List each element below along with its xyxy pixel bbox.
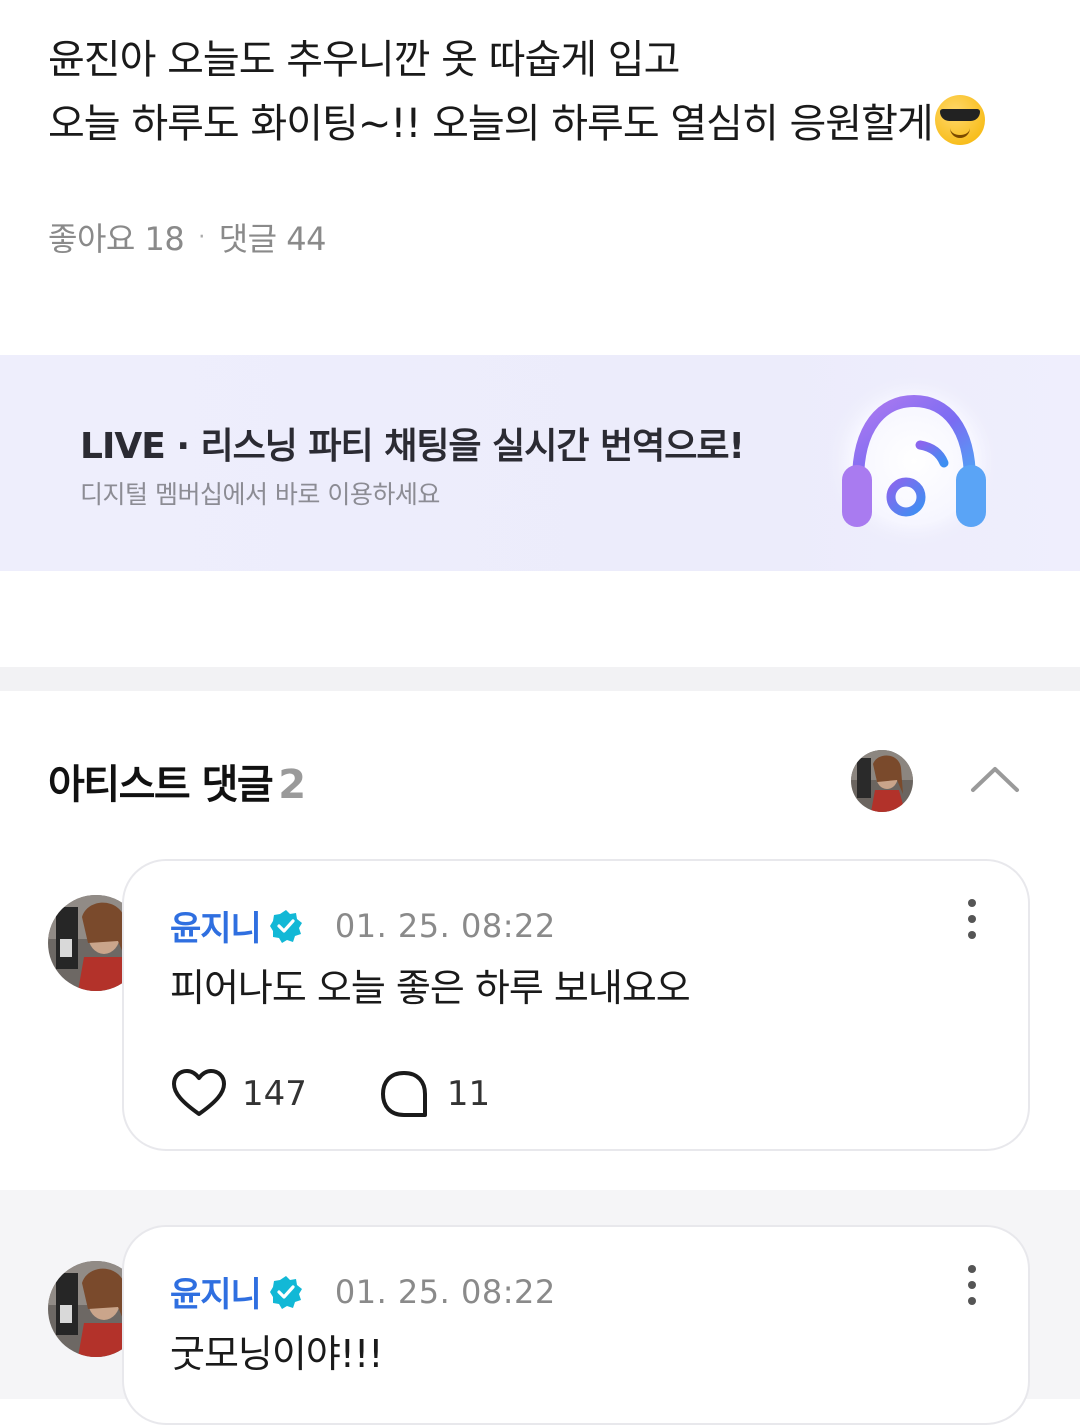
comment-text: 굿모닝이야!!!	[170, 1332, 384, 1376]
comment-author-name[interactable]: 윤지니	[170, 1267, 262, 1316]
more-options-icon[interactable]	[962, 1263, 982, 1307]
comment-author-name[interactable]: 윤지니	[170, 901, 262, 950]
like-count-value: 147	[242, 1074, 307, 1114]
banner-subtitle: 디지털 멤버십에서 바로 이용하세요	[80, 480, 440, 509]
comment-actions: 147 11	[170, 1065, 490, 1123]
speech-bubble-icon	[380, 1071, 427, 1117]
artist-comments-title: 아티스트 댓글 2	[48, 752, 306, 810]
comment-count[interactable]: 댓글 44	[219, 214, 327, 260]
comment-header: 윤지니 01. 25. 08:22	[170, 901, 556, 950]
headphones-music-icon	[824, 371, 1004, 551]
section-divider	[0, 667, 1080, 691]
post-text-line-2: 오늘 하루도 화이팅~!! 오늘의 하루도 열심히 응원할게	[48, 92, 1048, 156]
comment-card: 윤지니 01. 25. 08:22 피어나도 오늘 좋은 하루 보내요오 147…	[122, 859, 1030, 1151]
meta-separator: ·	[198, 224, 205, 250]
verified-badge-icon	[269, 909, 302, 943]
promo-banner[interactable]: LIVE · 리스닝 파티 채팅을 실시간 번역으로! 디지털 멤버십에서 바로…	[0, 355, 1080, 571]
comment-text: 피어나도 오늘 좋은 하루 보내요오	[170, 966, 691, 1010]
reply-count-value: 11	[446, 1074, 491, 1114]
comment-timestamp: 01. 25. 08:22	[334, 906, 556, 945]
post-meta: 좋아요 18 · 댓글 44	[48, 214, 327, 260]
post-body: 윤진아 오늘도 추우니깐 옷 따숩게 입고 오늘 하루도 화이팅~!! 오늘의 …	[48, 28, 1048, 156]
comment-timestamp: 01. 25. 08:22	[334, 1272, 556, 1311]
comment-card: 윤지니 01. 25. 08:22 굿모닝이야!!!	[122, 1225, 1030, 1425]
more-options-icon[interactable]	[962, 897, 982, 941]
heart-icon	[172, 1069, 226, 1116]
artist-avatar[interactable]	[851, 750, 913, 812]
artist-comments-count: 2	[278, 762, 306, 808]
post-text-line-2-text: 오늘 하루도 화이팅~!! 오늘의 하루도 열심히 응원할게	[48, 101, 934, 147]
banner-title: LIVE · 리스닝 파티 채팅을 실시간 번역으로!	[80, 426, 745, 467]
reply-button[interactable]: 11	[375, 1065, 490, 1123]
post-text-line-1: 윤진아 오늘도 추우니깐 옷 따숩게 입고	[48, 37, 680, 83]
artist-comments-label: 아티스트 댓글	[48, 762, 274, 808]
like-button[interactable]: 147	[170, 1065, 307, 1123]
collapse-chevron-up-icon[interactable]	[967, 760, 1023, 800]
comment-header: 윤지니 01. 25. 08:22	[170, 1267, 556, 1316]
sunglasses-emoji-icon	[934, 95, 985, 145]
like-count[interactable]: 좋아요 18	[48, 214, 185, 260]
verified-badge-icon	[269, 1275, 302, 1309]
